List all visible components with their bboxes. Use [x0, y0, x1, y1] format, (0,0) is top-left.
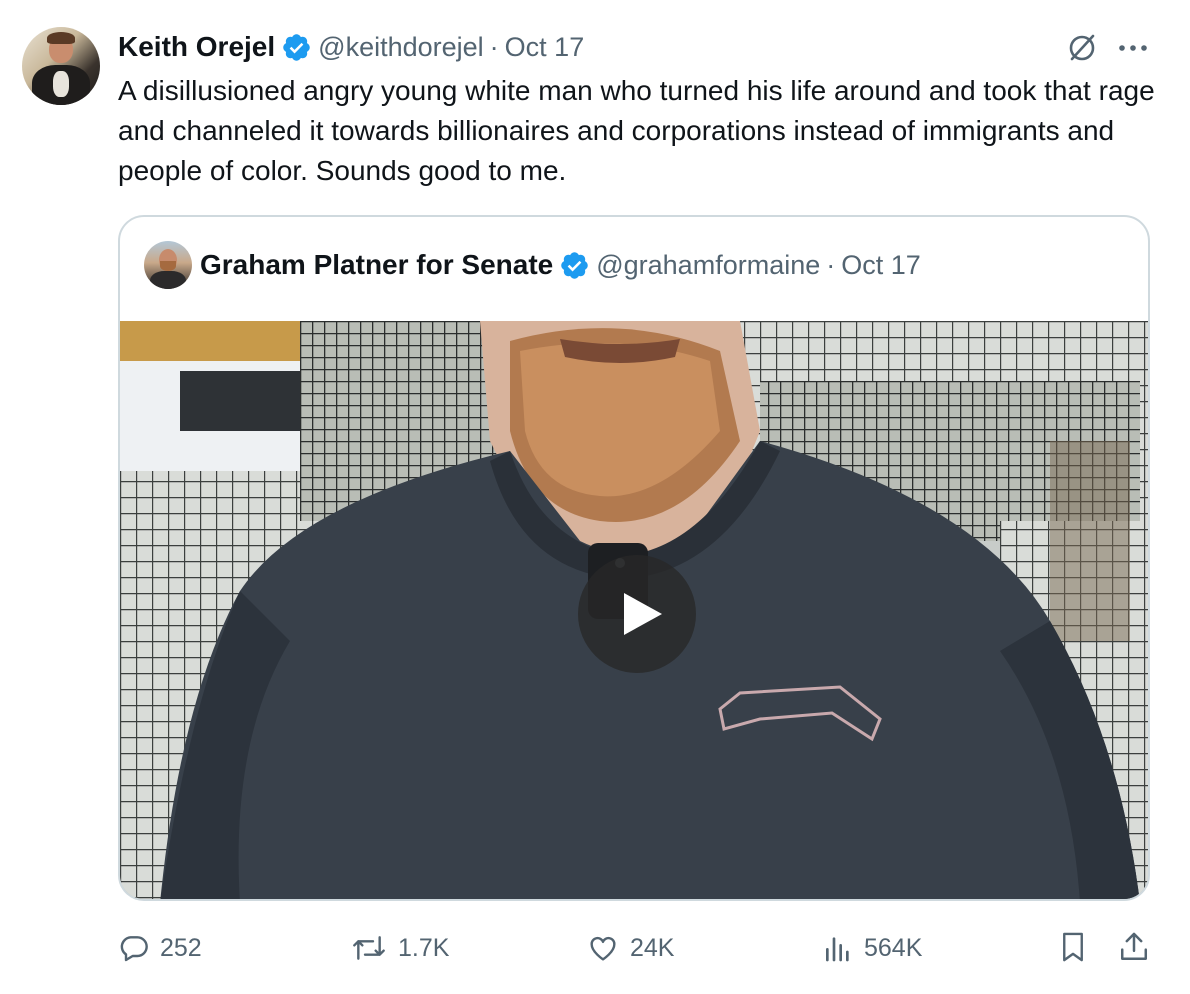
- reply-icon: [120, 936, 148, 962]
- quoted-author-name[interactable]: Graham Platner for Senate: [200, 249, 553, 281]
- grok-icon[interactable]: [1064, 30, 1100, 66]
- reply-count: 252: [160, 933, 202, 962]
- quoted-tweet[interactable]: Graham Platner for Senate @grahamformain…: [118, 215, 1150, 901]
- play-icon: [624, 593, 662, 635]
- play-button[interactable]: [578, 555, 696, 673]
- avatar-figure-shirt: [53, 71, 69, 97]
- author-name[interactable]: Keith Orejel: [118, 31, 275, 63]
- author-avatar[interactable]: [22, 27, 100, 105]
- quoted-author-avatar[interactable]: [144, 241, 192, 289]
- repost-count: 1.7K: [398, 933, 450, 962]
- quoted-author-handle[interactable]: @grahamformaine: [596, 250, 820, 281]
- author-handle[interactable]: @keithdorejel: [318, 32, 484, 63]
- quoted-header-separator: ·: [826, 249, 836, 280]
- quoted-tweet-date[interactable]: Oct 17: [841, 250, 921, 281]
- views-icon: [826, 937, 849, 962]
- tweet[interactable]: Keith Orejel @keithdorejel · Oct 17 A di…: [0, 0, 1190, 994]
- views-button[interactable]: 564K: [822, 926, 922, 970]
- like-count: 24K: [630, 933, 675, 962]
- action-bar: 252 1.7K 24K 564K: [0, 926, 1190, 970]
- bookmark-icon[interactable]: [1058, 930, 1088, 964]
- quoted-tweet-header: Graham Platner for Senate @grahamformain…: [200, 247, 921, 283]
- repost-button[interactable]: 1.7K: [350, 926, 449, 970]
- reply-button[interactable]: 252: [118, 926, 202, 970]
- video-player[interactable]: [120, 321, 1148, 899]
- share-icon[interactable]: [1118, 930, 1150, 964]
- quoted-avatar-torso: [150, 271, 186, 289]
- like-button[interactable]: 24K: [586, 926, 674, 970]
- tweet-header: Keith Orejel @keithdorejel · Oct 17: [118, 30, 584, 64]
- tweet-date[interactable]: Oct 17: [505, 32, 585, 63]
- view-count: 564K: [864, 933, 923, 962]
- avatar-figure-hair: [47, 32, 75, 44]
- more-icon[interactable]: [1116, 38, 1150, 58]
- tweet-text: A disillusioned angry young white man wh…: [118, 75, 1155, 186]
- repost-icon: [353, 936, 385, 960]
- like-icon: [590, 936, 616, 961]
- verified-badge-icon: [283, 33, 310, 61]
- verified-badge-icon: [561, 251, 588, 279]
- header-separator: ·: [489, 31, 499, 62]
- quoted-avatar-beard: [160, 261, 176, 271]
